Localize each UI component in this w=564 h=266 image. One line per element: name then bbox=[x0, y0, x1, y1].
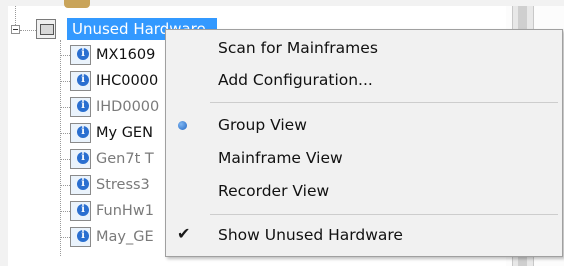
menu-separator bbox=[210, 102, 558, 103]
tree-line bbox=[15, 6, 16, 25]
menu-item-show-unused-hardware[interactable]: ✔ Show Unused Hardware bbox=[166, 219, 562, 251]
tree-line bbox=[60, 133, 70, 134]
menu-item-group-view[interactable]: Group View bbox=[166, 109, 562, 141]
hardware-info-icon: i bbox=[70, 97, 91, 117]
menu-item-mainframe-view[interactable]: Mainframe View bbox=[166, 142, 562, 174]
tree-node-label: Gen7t T bbox=[96, 151, 154, 167]
collapse-toggle-icon[interactable] bbox=[11, 25, 20, 34]
menu-item-recorder-view[interactable]: Recorder View bbox=[166, 175, 562, 207]
tree-node-label: IHD0000 bbox=[96, 99, 160, 115]
tree-line bbox=[60, 211, 70, 212]
hardware-info-icon: i bbox=[70, 175, 91, 195]
tree-line bbox=[60, 81, 70, 82]
hardware-info-icon: i bbox=[70, 149, 91, 169]
tree-node-label: MX1609 bbox=[96, 47, 156, 63]
menu-item-add-configuration[interactable]: Add Configuration... bbox=[166, 64, 562, 96]
hardware-info-icon: i bbox=[70, 201, 91, 221]
tree-line bbox=[60, 55, 70, 56]
menu-item-label: Mainframe View bbox=[218, 149, 343, 167]
tree-node-label: Stress3 bbox=[96, 177, 150, 193]
radio-selected-icon bbox=[178, 121, 187, 130]
partial-node-icon bbox=[64, 0, 90, 8]
menu-item-label: Show Unused Hardware bbox=[218, 226, 403, 244]
tree-node-label: May_GE bbox=[96, 229, 154, 245]
tree-line bbox=[60, 40, 61, 256]
context-menu: Scan for Mainframes Add Configuration...… bbox=[165, 29, 563, 257]
menu-item-label: Add Configuration... bbox=[218, 71, 373, 89]
tree-line bbox=[60, 107, 70, 108]
tree-node-label: IHC0000 bbox=[96, 73, 159, 89]
tree-line bbox=[20, 30, 36, 31]
hardware-info-icon: i bbox=[70, 71, 91, 91]
hardware-group-icon bbox=[36, 19, 56, 39]
tree-node-label: FunHw1 bbox=[96, 203, 154, 219]
menu-item-label: Scan for Mainframes bbox=[218, 39, 378, 57]
menu-item-label: Recorder View bbox=[218, 182, 330, 200]
hardware-info-icon: i bbox=[70, 123, 91, 143]
tree-line bbox=[60, 237, 70, 238]
tree-line bbox=[60, 159, 70, 160]
menu-separator bbox=[210, 214, 558, 215]
hardware-info-icon: i bbox=[70, 45, 91, 65]
hardware-info-icon: i bbox=[70, 227, 91, 247]
tree-node-label: My GEN bbox=[96, 125, 153, 141]
tree-line bbox=[60, 185, 70, 186]
menu-item-scan-for-mainframes[interactable]: Scan for Mainframes bbox=[166, 32, 562, 64]
menu-item-label: Group View bbox=[218, 116, 307, 134]
checkmark-icon: ✔ bbox=[177, 224, 191, 243]
